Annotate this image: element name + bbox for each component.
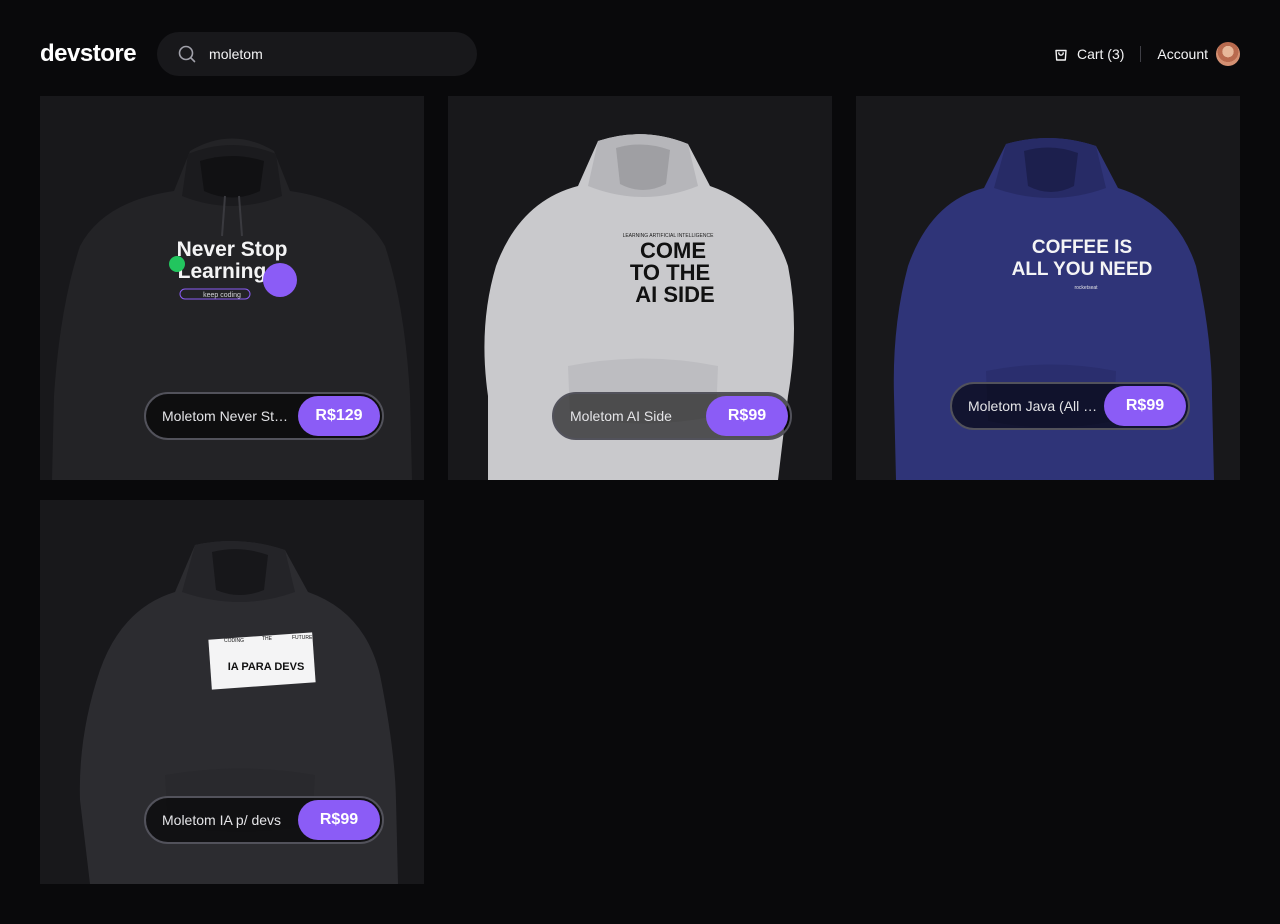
product-badge: Moletom Java (All you need) R$99 bbox=[950, 382, 1190, 430]
print-small: rocketseat bbox=[1074, 285, 1098, 291]
print-top-1: CODING bbox=[224, 638, 244, 644]
header: devstore Cart (3) Account bbox=[40, 32, 1240, 76]
search-input[interactable] bbox=[209, 46, 450, 62]
print-line-3: AI SIDE bbox=[635, 282, 714, 307]
cart-label: Cart (3) bbox=[1076, 46, 1125, 62]
product-price: R$99 bbox=[298, 800, 380, 840]
shopping-bag-icon bbox=[1055, 49, 1067, 61]
logo[interactable]: devstore bbox=[40, 40, 137, 68]
rocket-sticker-icon bbox=[263, 263, 297, 297]
product-name: Moletom IA p/ devs bbox=[162, 812, 282, 828]
product-price: R$129 bbox=[298, 396, 380, 436]
product-price: R$99 bbox=[1104, 386, 1186, 426]
header-left: devstore bbox=[40, 32, 478, 76]
product-name: Moletom Never Stop Learning bbox=[162, 408, 292, 424]
search-icon bbox=[178, 45, 196, 63]
print-line-2: Learning bbox=[178, 260, 267, 283]
product-name: Moletom Java (All you need) bbox=[968, 398, 1098, 414]
product-price: R$99 bbox=[706, 396, 788, 436]
product-badge: Moletom AI Side R$99 bbox=[552, 392, 792, 440]
print-main: IA PARA DEVS bbox=[228, 661, 305, 673]
product-card[interactable]: LEARNING ARTIFICIAL INTELLIGENCE COME TO… bbox=[448, 96, 832, 480]
print-line-1: COFFEE IS bbox=[1032, 237, 1132, 258]
print-top-2: THE bbox=[262, 636, 273, 642]
search-bar[interactable] bbox=[157, 32, 478, 76]
print-line-1: Never Stop bbox=[177, 238, 288, 261]
green-sticker-icon bbox=[169, 256, 185, 272]
print-top-3: FUTURE bbox=[292, 635, 313, 641]
header-right: Cart (3) Account bbox=[1053, 42, 1240, 66]
product-card[interactable]: CODING THE FUTURE IA PARA DEVS Moletom I… bbox=[40, 500, 424, 884]
product-badge: Moletom IA p/ devs R$99 bbox=[144, 796, 384, 844]
product-name: Moletom AI Side bbox=[570, 408, 672, 424]
product-grid: Never Stop Learning keep coding Moletom … bbox=[40, 96, 1240, 884]
product-badge: Moletom Never Stop Learning R$129 bbox=[144, 392, 384, 440]
header-divider bbox=[1140, 46, 1142, 62]
cart-link[interactable]: Cart (3) bbox=[1053, 46, 1124, 62]
account-label: Account bbox=[1157, 46, 1208, 62]
account-link[interactable]: Account bbox=[1157, 42, 1240, 66]
print-line-2: ALL YOU NEED bbox=[1012, 259, 1153, 280]
product-card[interactable]: Never Stop Learning keep coding Moletom … bbox=[40, 96, 424, 480]
avatar[interactable] bbox=[1216, 42, 1240, 66]
product-card[interactable]: COFFEE IS ALL YOU NEED rocketseat Moleto… bbox=[856, 96, 1240, 480]
print-tag: keep coding bbox=[203, 292, 241, 299]
